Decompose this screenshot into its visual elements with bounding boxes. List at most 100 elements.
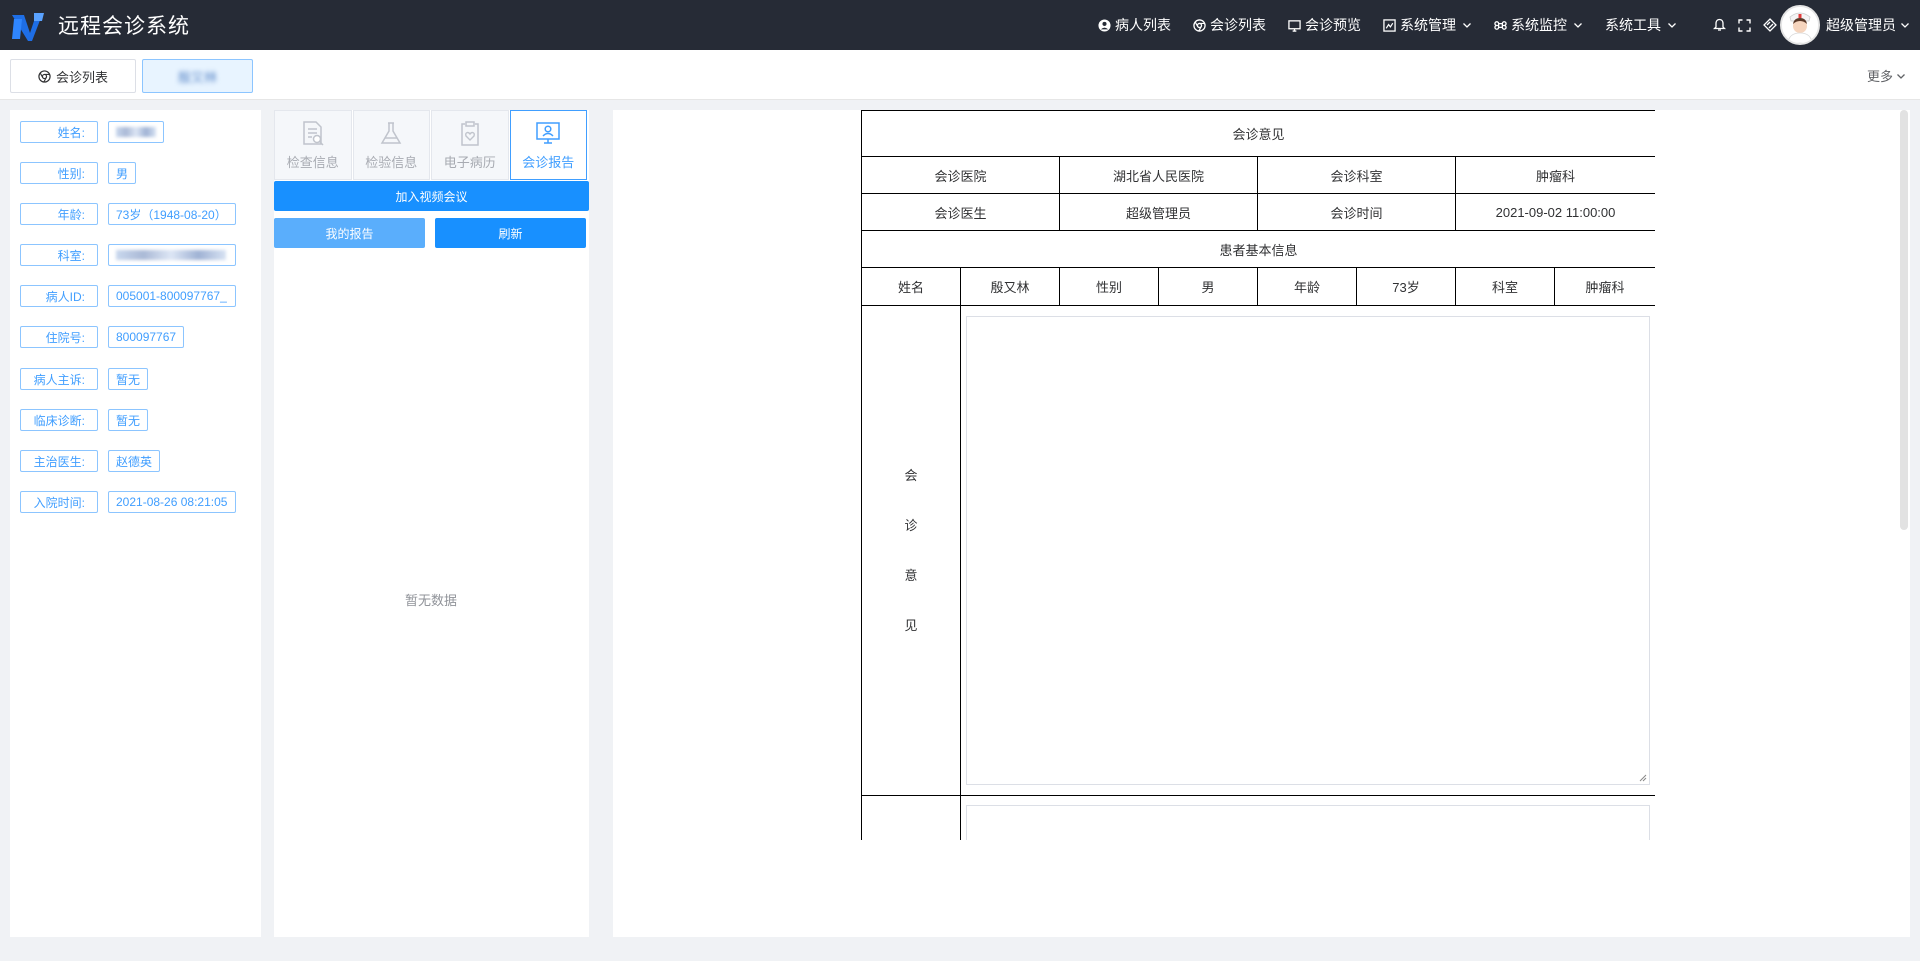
- chevron-down-icon: [1897, 73, 1905, 79]
- info-value-diagnosis: 暂无: [108, 409, 149, 431]
- tab-consult-report[interactable]: 会诊报告: [509, 110, 587, 180]
- info-value-age: 73岁（1948-08-20）: [108, 203, 236, 225]
- doc-search-icon: [303, 121, 324, 146]
- clipboard-heart-icon: [461, 121, 479, 146]
- info-label: 住院号:: [20, 326, 98, 348]
- nav-system-tools[interactable]: 系统工具: [1605, 15, 1677, 35]
- tab-emr[interactable]: 电子病历: [431, 110, 509, 180]
- nav-patient-list[interactable]: 病人列表: [1098, 15, 1171, 35]
- tab-lab-info[interactable]: 检验信息: [352, 110, 430, 180]
- flask-icon: [380, 122, 402, 144]
- info-row-doctor: 主治医生: 赵德英: [20, 450, 161, 472]
- tags-bar: 会诊列表 殷又林 更多: [0, 50, 1920, 100]
- nav-consult-preview[interactable]: 会诊预览: [1288, 15, 1361, 35]
- age-value: 73岁: [1356, 267, 1456, 306]
- redacted-value: [116, 127, 156, 137]
- tab-exam-info-label: 检查信息: [286, 155, 339, 170]
- tag-patient[interactable]: 殷又林: [142, 59, 253, 93]
- gender-label: 性别: [1059, 267, 1159, 306]
- monitor-icon: [1288, 19, 1301, 32]
- info-label: 主治医生:: [20, 450, 98, 472]
- my-report-button[interactable]: 我的报告: [274, 218, 425, 248]
- nav-consult-list-label: 会诊列表: [1210, 17, 1266, 33]
- hospital-value: 湖北省人民医院: [1059, 156, 1258, 194]
- nav-system-manage-label: 系统管理: [1400, 17, 1456, 33]
- info-row-admit-time: 入院时间: 2021-08-26 08:21:05: [20, 491, 236, 513]
- next-section-cell: [959, 795, 1655, 840]
- report-title: 会诊意见: [861, 110, 1655, 157]
- user-circle-icon: [1098, 18, 1111, 32]
- tag-consult-list[interactable]: 会诊列表: [10, 59, 136, 93]
- doctor-value: 超级管理员: [1059, 193, 1258, 231]
- nav-patient-list-label: 病人列表: [1115, 17, 1171, 33]
- chevron-down-icon: [1901, 23, 1909, 28]
- tab-consult-report-label: 会诊报告: [522, 155, 575, 170]
- nav-system-monitor[interactable]: 系统监控: [1494, 15, 1583, 35]
- dept-value: 肿瘤科: [1454, 156, 1655, 194]
- middle-panel: 检查信息 检验信息 电子病历 会诊报告 加入视频会议 我的报告 刷新 暂无数据: [274, 110, 589, 937]
- opinion-textarea[interactable]: [966, 316, 1651, 785]
- nav-consult-preview-label: 会诊预览: [1305, 17, 1361, 33]
- info-label: 姓名:: [20, 121, 98, 143]
- info-row-complaint: 病人主诉: 暂无: [20, 368, 149, 390]
- join-video-button[interactable]: 加入视频会议: [274, 181, 589, 211]
- empty-text: 暂无数据: [404, 593, 457, 608]
- system-icon: [1383, 18, 1396, 32]
- report-panel: 会诊意见 会诊医院 湖北省人民医院 会诊科室 肿瘤科 会诊医生 超级管理员 会诊…: [613, 110, 1910, 937]
- info-tabs: 检查信息 检验信息 电子病历 会诊报告: [274, 110, 588, 180]
- info-value-admit-time: 2021-08-26 08:21:05: [108, 491, 236, 513]
- nav-system-monitor-label: 系统监控: [1511, 17, 1567, 33]
- chrome-icon: [1193, 18, 1206, 32]
- top-nav: 病人列表 会诊列表 会诊预览 系统管理 系统监控 系统工具: [1076, 0, 1802, 50]
- layout-icon[interactable]: [1763, 18, 1777, 32]
- info-label: 性别:: [20, 162, 98, 184]
- opinion-cell: [959, 305, 1655, 796]
- info-label: 科室:: [20, 244, 98, 266]
- info-value-dept: [108, 244, 236, 266]
- fullscreen-icon[interactable]: [1738, 18, 1751, 32]
- info-row-gender: 性别: 男: [20, 162, 137, 184]
- info-value-admission-no: 800097767: [108, 326, 185, 348]
- avatar[interactable]: [1780, 5, 1820, 45]
- info-value-doctor: 赵德英: [108, 450, 161, 472]
- info-value-complaint: 暂无: [108, 368, 149, 390]
- info-value-patient-id: 005001-800097767_: [108, 285, 236, 307]
- app-title: 远程会诊系统: [58, 15, 190, 38]
- time-label: 会诊时间: [1257, 193, 1456, 231]
- more-menu[interactable]: 更多: [1867, 66, 1906, 85]
- next-textarea[interactable]: [966, 805, 1651, 840]
- info-label: 临床诊断:: [20, 409, 98, 431]
- bell-icon[interactable]: [1713, 18, 1726, 32]
- dept2-label: 科室: [1455, 267, 1555, 306]
- chevron-down-icon: [1463, 23, 1471, 28]
- user-menu[interactable]: 超级管理员: [1780, 5, 1910, 45]
- nav-system-tools-label: 系统工具: [1605, 17, 1661, 33]
- app-logo[interactable]: [8, 5, 48, 45]
- opinion-label: 会 诊 意 见: [861, 305, 961, 796]
- dept-label: 会诊科室: [1257, 156, 1456, 194]
- doctor-label: 会诊医生: [861, 193, 1060, 231]
- tab-lab-info-label: 检验信息: [365, 155, 418, 170]
- basic-info-heading: 患者基本信息: [861, 230, 1655, 268]
- nav-consult-list[interactable]: 会诊列表: [1193, 15, 1266, 35]
- age-label: 年龄: [1257, 267, 1357, 306]
- info-row-admission-no: 住院号: 800097767: [20, 326, 185, 348]
- info-label: 病人主诉:: [20, 368, 98, 390]
- next-section-label: [861, 795, 961, 840]
- nav-system-manage[interactable]: 系统管理: [1383, 15, 1472, 35]
- scrollbar[interactable]: [1900, 110, 1908, 530]
- info-row-diagnosis: 临床诊断: 暂无: [20, 409, 149, 431]
- name-value: 殷又林: [960, 267, 1060, 306]
- refresh-button[interactable]: 刷新: [435, 218, 586, 248]
- report-document: 会诊意见 会诊医院 湖北省人民医院 会诊科室 肿瘤科 会诊医生 超级管理员 会诊…: [861, 110, 1655, 840]
- name-label: 姓名: [861, 267, 961, 306]
- report-table: 会诊意见 会诊医院 湖北省人民医院 会诊科室 肿瘤科 会诊医生 超级管理员 会诊…: [861, 110, 1655, 840]
- tag-consult-list-label: 会诊列表: [55, 69, 108, 85]
- info-label: 病人ID:: [20, 285, 98, 307]
- top-navbar: 远程会诊系统 病人列表 会诊列表 会诊预览 系统管理 系统监控 系统工具 超级管…: [0, 0, 1920, 50]
- info-label: 年龄:: [20, 203, 98, 225]
- tab-exam-info[interactable]: 检查信息: [274, 110, 352, 180]
- more-label: 更多: [1866, 69, 1893, 84]
- chevron-down-icon: [1668, 23, 1676, 28]
- command-icon: [1494, 20, 1507, 30]
